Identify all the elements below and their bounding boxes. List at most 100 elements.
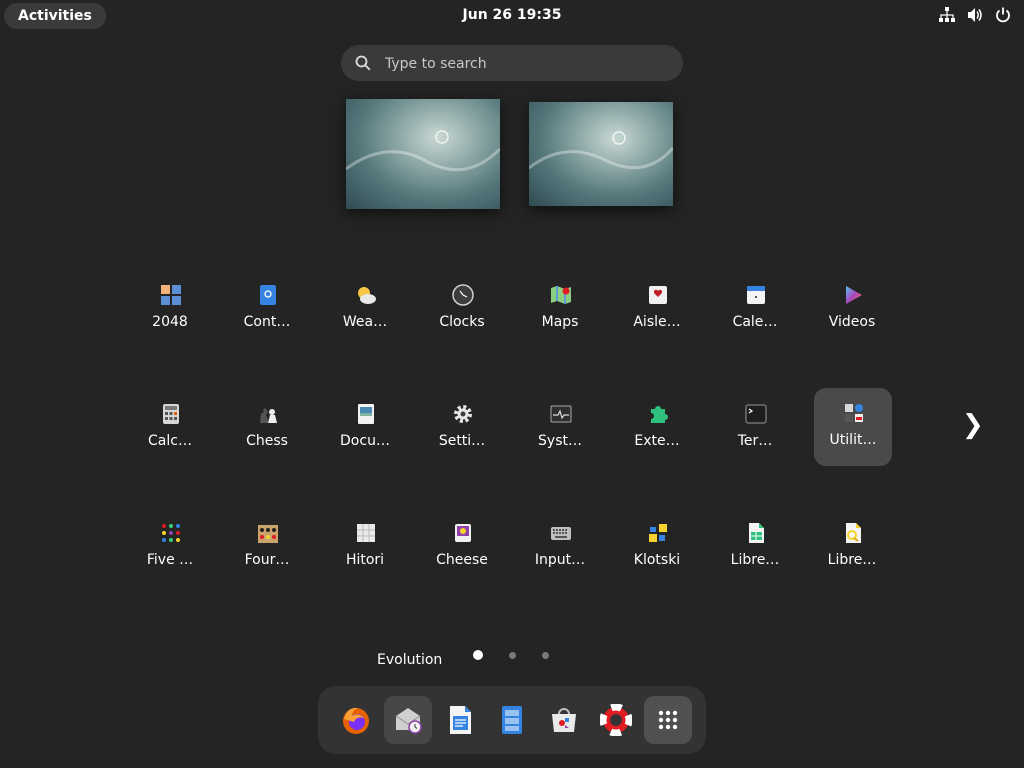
hitori-icon: [357, 524, 375, 542]
dock-item-libreoffice-writer[interactable]: [436, 696, 484, 744]
five-or-more-icon: [162, 524, 180, 542]
dock: [318, 686, 706, 754]
app-system-monitor[interactable]: Syst…: [521, 389, 599, 467]
app-label: Wea…: [342, 314, 388, 330]
search-input[interactable]: [383, 45, 667, 83]
search-bar[interactable]: [341, 45, 683, 83]
dock-item-firefox[interactable]: [332, 696, 380, 744]
app-four-in-a-row[interactable]: Four…: [228, 508, 306, 586]
volume-icon[interactable]: [966, 6, 984, 24]
app-label: Aisle…: [633, 314, 681, 330]
gear-icon: [454, 405, 472, 423]
page-dot-2[interactable]: [509, 652, 516, 659]
app-label: Five …: [146, 552, 194, 568]
page-dot-1[interactable]: [473, 650, 483, 660]
debian-swirl-icon: [346, 130, 500, 172]
app-hitori[interactable]: Hitori: [326, 508, 404, 586]
four-in-a-row-icon: [258, 525, 278, 543]
app-chess[interactable]: Chess: [228, 389, 306, 467]
chess-icon: [260, 408, 277, 423]
app-calculator[interactable]: Calc…: [131, 389, 209, 467]
next-page-arrow-icon[interactable]: ❯: [962, 410, 984, 440]
app-maps[interactable]: Maps: [521, 270, 599, 348]
evolution-icon: [395, 708, 422, 734]
app-label: Four…: [244, 552, 290, 568]
page-dot-3[interactable]: [542, 652, 549, 659]
app-aisleriot[interactable]: Aisle…: [618, 270, 696, 348]
app-libreoffice-draw[interactable]: Libre…: [813, 508, 891, 586]
app-label: Libre…: [730, 552, 780, 568]
document-viewer-icon: [358, 404, 374, 424]
puzzle-piece-icon: [651, 406, 668, 423]
app-label: Calc…: [148, 433, 192, 449]
weather-icon: [358, 287, 376, 304]
software-icon: [552, 708, 576, 732]
firefox-icon: [343, 707, 369, 734]
app-cheese[interactable]: Cheese: [423, 508, 501, 586]
app-terminal[interactable]: Ter…: [716, 389, 794, 467]
libreoffice-draw-icon: [846, 523, 861, 543]
klotski-icon: [649, 524, 667, 542]
app-label: Ter…: [737, 433, 773, 449]
app-folder-utilities[interactable]: Utilit…: [814, 388, 892, 466]
search-icon: [355, 55, 371, 71]
dock-item-tooltip: Evolution: [377, 652, 443, 668]
app-label: Utilit…: [829, 432, 877, 448]
top-bar: Activities Jun 26 19:35: [0, 0, 1024, 32]
app-contacts[interactable]: Cont…: [228, 270, 306, 348]
cheese-icon: [455, 524, 471, 542]
app-label: Setti…: [438, 433, 486, 449]
workspace-thumbnail-1[interactable]: [346, 99, 500, 209]
app-label: Cont…: [243, 314, 291, 330]
show-apps-button[interactable]: [644, 696, 692, 744]
clock[interactable]: Jun 26 19:35: [0, 7, 1024, 23]
app-label: 2048: [152, 314, 188, 330]
app-label: Libre…: [827, 552, 877, 568]
help-icon: [600, 704, 632, 736]
app-label: Maps: [541, 314, 579, 330]
app-libreoffice-calc[interactable]: Libre…: [716, 508, 794, 586]
app-extensions[interactable]: Exte…: [618, 389, 696, 467]
network-icon[interactable]: [938, 6, 956, 24]
clock-icon: [452, 284, 474, 306]
dock-item-files[interactable]: [488, 696, 536, 744]
dock-item-evolution[interactable]: [384, 696, 432, 744]
app-label: Chess: [246, 433, 288, 449]
maps-icon: [551, 286, 571, 304]
calendar-icon: [747, 286, 765, 304]
app-label: Videos: [828, 314, 876, 330]
app-calendar[interactable]: Cale…: [716, 270, 794, 348]
app-clocks[interactable]: Clocks: [423, 270, 501, 348]
contacts-icon: [260, 285, 276, 305]
app-label: Clocks: [439, 314, 485, 330]
utilities-folder-icon: [845, 404, 863, 422]
libreoffice-writer-icon: [450, 706, 471, 734]
files-icon: [502, 706, 522, 734]
app-five-or-more[interactable]: Five …: [131, 508, 209, 586]
calculator-icon: [163, 404, 179, 424]
dock-item-software[interactable]: [540, 696, 588, 744]
2048-icon: [161, 285, 181, 305]
app-label: Exte…: [634, 433, 680, 449]
libreoffice-calc-icon: [749, 523, 764, 543]
app-weather[interactable]: Wea…: [326, 270, 404, 348]
app-label: Hitori: [345, 552, 385, 568]
debian-swirl-icon: [529, 131, 673, 170]
app-input-method[interactable]: Input…: [521, 508, 599, 586]
terminal-icon: [745, 404, 767, 424]
app-videos[interactable]: Videos: [813, 270, 891, 348]
app-2048[interactable]: 2048: [131, 270, 209, 348]
system-tray[interactable]: [938, 6, 1012, 24]
app-document-viewer[interactable]: Docu…: [326, 389, 404, 467]
app-klotski[interactable]: Klotski: [618, 508, 696, 586]
app-grid-icon: [658, 710, 678, 730]
power-icon[interactable]: [994, 6, 1012, 24]
app-label: Docu…: [340, 433, 390, 449]
app-label: Input…: [534, 552, 586, 568]
dock-item-help[interactable]: [592, 696, 640, 744]
cards-icon: [649, 286, 667, 304]
videos-icon: [846, 286, 862, 304]
workspace-thumbnail-2[interactable]: [529, 102, 673, 206]
keyboard-icon: [551, 527, 571, 540]
app-settings[interactable]: Setti…: [423, 389, 501, 467]
